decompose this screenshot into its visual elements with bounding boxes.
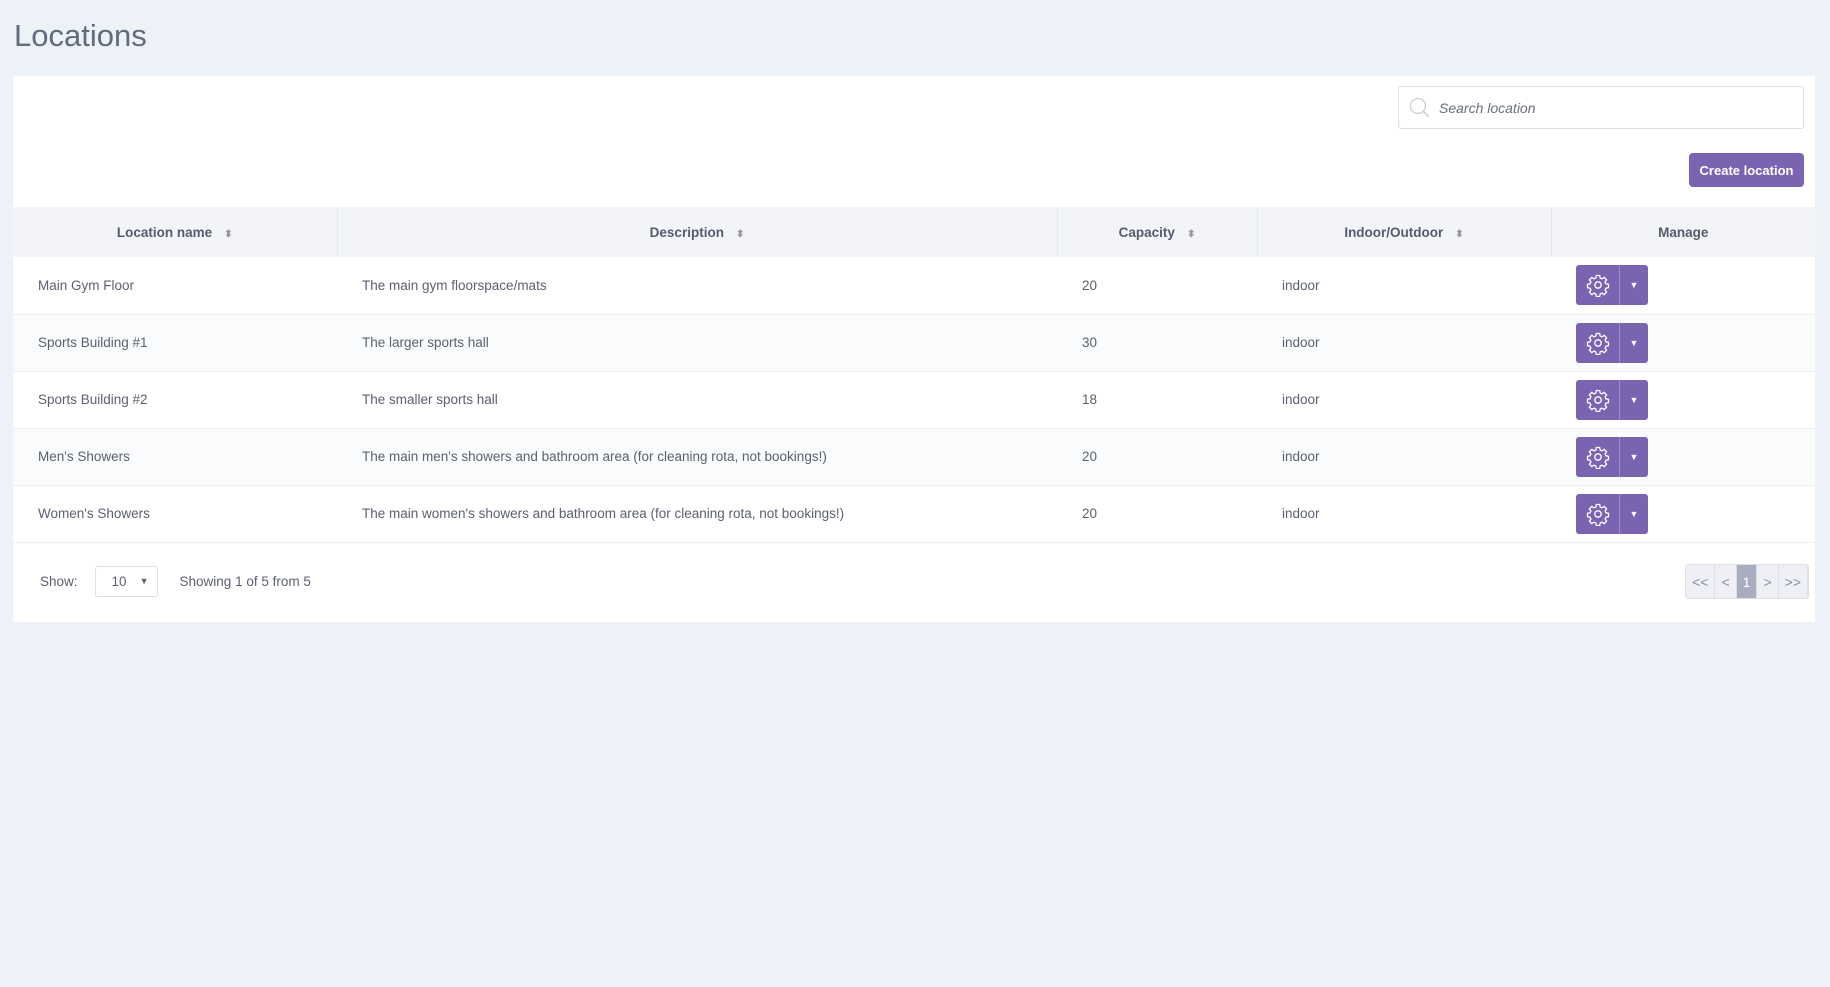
- column-header-location-name[interactable]: Location name ⬍: [13, 207, 338, 257]
- manage-button-group: ▼: [1576, 379, 1648, 420]
- caret-down-icon[interactable]: ▼: [1620, 437, 1648, 477]
- location-type: indoor: [1257, 257, 1551, 315]
- page-title: Locations: [14, 18, 147, 53]
- first-page-button[interactable]: <<: [1686, 565, 1716, 598]
- caret-down-icon[interactable]: ▼: [1620, 323, 1648, 363]
- pagination: << < 1 > >>: [1685, 564, 1809, 599]
- location-description: The main women's showers and bathroom ar…: [337, 485, 1057, 543]
- sort-icon[interactable]: ⬍: [1187, 229, 1195, 240]
- location-type: indoor: [1257, 428, 1551, 486]
- show-label: Show:: [40, 573, 78, 589]
- location-capacity: 30: [1057, 314, 1257, 372]
- manage-cell: ▼: [1551, 371, 1815, 429]
- locations-card: Create location Location name ⬍ Descripti…: [13, 76, 1815, 622]
- caret-down-icon[interactable]: ▼: [1620, 494, 1648, 534]
- caret-down-icon[interactable]: ▼: [1620, 380, 1648, 420]
- location-type: indoor: [1257, 485, 1551, 543]
- gear-icon[interactable]: [1576, 322, 1620, 363]
- column-header-description[interactable]: Description ⬍: [337, 207, 1058, 257]
- location-capacity: 20: [1057, 485, 1257, 543]
- column-label: Capacity: [1118, 224, 1175, 240]
- prev-page-button[interactable]: <: [1715, 565, 1737, 598]
- column-label: Manage: [1658, 224, 1709, 240]
- next-page-button[interactable]: >: [1757, 565, 1779, 598]
- location-capacity: 20: [1057, 257, 1257, 315]
- table-row: Men's Showers The main men's showers and…: [13, 428, 1815, 486]
- manage-button-group: ▼: [1576, 493, 1648, 534]
- page-size-value: 10: [111, 573, 127, 589]
- column-header-indoor-outdoor[interactable]: Indoor/Outdoor ⬍: [1257, 207, 1552, 257]
- manage-button-group: ▼: [1576, 322, 1648, 363]
- gear-icon[interactable]: [1576, 436, 1620, 477]
- column-label: Location name: [116, 224, 213, 240]
- gear-icon[interactable]: [1576, 379, 1620, 420]
- location-name: Sports Building #2: [13, 371, 337, 429]
- last-page-button[interactable]: >>: [1778, 565, 1808, 598]
- create-location-button[interactable]: Create location: [1689, 153, 1804, 187]
- location-type: indoor: [1257, 314, 1551, 372]
- table-row: Women's Showers The main women's showers…: [13, 485, 1815, 543]
- location-description: The main men's showers and bathroom area…: [337, 428, 1057, 486]
- location-description: The main gym floorspace/mats: [337, 257, 1057, 315]
- locations-table: Location name ⬍ Description ⬍ Capacity ⬍ In…: [13, 207, 1815, 543]
- results-summary: Showing 1 of 5 from 5: [179, 573, 311, 589]
- page-1-button[interactable]: 1: [1736, 565, 1758, 598]
- gear-icon[interactable]: [1576, 493, 1620, 534]
- caret-down-icon: ▼: [139, 576, 149, 586]
- manage-cell: ▼: [1551, 485, 1815, 543]
- location-type: indoor: [1257, 371, 1551, 429]
- location-name: Sports Building #1: [13, 314, 337, 372]
- search-icon: [1409, 97, 1430, 118]
- location-name: Main Gym Floor: [13, 257, 337, 315]
- location-description: The larger sports hall: [337, 314, 1057, 372]
- sort-icon[interactable]: ⬍: [224, 229, 232, 240]
- caret-down-icon[interactable]: ▼: [1620, 265, 1648, 305]
- manage-cell: ▼: [1551, 428, 1815, 486]
- column-label: Indoor/Outdoor: [1344, 224, 1444, 240]
- sort-icon[interactable]: ⬍: [736, 229, 744, 240]
- table-footer: Show: 10 ▼ Showing 1 of 5 from 5 << < 1 >…: [13, 556, 1815, 606]
- table-row: Sports Building #1 The larger sports hal…: [13, 314, 1815, 372]
- manage-cell: ▼: [1551, 257, 1815, 315]
- table-row: Main Gym Floor The main gym floorspace/m…: [13, 257, 1815, 315]
- page-size-select[interactable]: 10 ▼: [94, 565, 158, 597]
- sort-icon[interactable]: ⬍: [1455, 229, 1463, 240]
- manage-button-group: ▼: [1576, 265, 1648, 306]
- location-capacity: 20: [1057, 428, 1257, 486]
- column-header-manage: Manage: [1551, 207, 1815, 257]
- location-name: Men's Showers: [13, 428, 337, 486]
- column-label: Description: [649, 224, 724, 240]
- search-input[interactable]: [1439, 99, 1779, 116]
- column-header-capacity[interactable]: Capacity ⬍: [1057, 207, 1258, 257]
- location-capacity: 18: [1057, 371, 1257, 429]
- table-row: Sports Building #2 The smaller sports ha…: [13, 371, 1815, 429]
- gear-icon[interactable]: [1576, 265, 1620, 306]
- manage-cell: ▼: [1551, 314, 1815, 372]
- location-description: The smaller sports hall: [337, 371, 1057, 429]
- manage-button-group: ▼: [1576, 436, 1648, 477]
- search-box[interactable]: [1398, 86, 1804, 129]
- location-name: Women's Showers: [13, 485, 337, 543]
